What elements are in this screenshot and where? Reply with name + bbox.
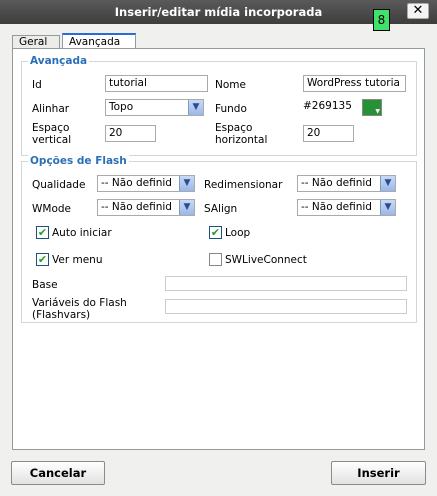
loop-checkbox[interactable]: ✔ (209, 226, 222, 239)
flash-legend: Opções de Flash (28, 155, 129, 167)
window-titlebar: Inserir/editar mídia incorporada ✕ (0, 0, 437, 24)
hspace-input[interactable]: 20 (303, 125, 354, 142)
chevron-down-icon: ▼ (179, 200, 194, 215)
wmode-label: WMode (32, 203, 71, 215)
salign-select[interactable]: -- Não definid ▼ (297, 199, 396, 216)
name-label: Nome (215, 79, 246, 91)
salign-select-value: -- Não definid (301, 201, 372, 213)
autoplay-checkbox[interactable]: ✔ (36, 226, 49, 239)
salign-label: SAlign (204, 203, 238, 215)
vspace-label-line2: vertical (32, 134, 72, 146)
vspace-input[interactable]: 20 (105, 125, 156, 142)
chevron-down-icon: ▼ (380, 176, 395, 191)
align-select-value: Topo (109, 101, 134, 113)
base-label: Base (32, 279, 58, 291)
background-label: Fundo (215, 103, 247, 115)
scale-select-value: -- Não definid (301, 177, 372, 189)
scale-label: Redimensionar (204, 179, 283, 191)
id-input[interactable]: tutorial (105, 75, 208, 92)
base-input[interactable] (165, 276, 407, 291)
menu-checkbox[interactable]: ✔ (36, 253, 49, 266)
quality-select[interactable]: -- Não definid ▼ (97, 175, 195, 192)
vspace-label-line1: Espaço (32, 122, 70, 134)
window-title: Inserir/editar mídia incorporada (114, 5, 323, 19)
advanced-fieldset: Avançada Id tutorial Nome WordPress tuto… (21, 55, 417, 156)
counter-badge: 8 (373, 9, 390, 31)
chevron-down-icon: ▼ (179, 176, 194, 191)
close-icon: ✕ (412, 3, 424, 18)
flashvars-input[interactable] (165, 299, 407, 314)
check-icon: ✔ (37, 226, 48, 239)
hspace-label-line1: Espaço (215, 122, 253, 134)
chevron-down-icon: ▼ (380, 200, 395, 215)
quality-label: Qualidade (32, 179, 86, 191)
loop-label: Loop (225, 227, 251, 239)
name-input[interactable]: WordPress tutoria (303, 75, 406, 92)
advanced-legend: Avançada (28, 55, 90, 67)
wmode-select[interactable]: -- Não definid ▼ (97, 199, 195, 216)
tab-panel: Avançada Id tutorial Nome WordPress tuto… (12, 48, 425, 450)
align-select[interactable]: Topo ▼ (105, 99, 204, 116)
quality-select-value: -- Não definid (101, 177, 172, 189)
wmode-select-value: -- Não definid (101, 201, 172, 213)
tab-geral[interactable]: Geral (12, 35, 60, 49)
flash-fieldset: Opções de Flash Qualidade -- Não definid… (21, 155, 417, 323)
autoplay-label: Auto iniciar (52, 227, 112, 239)
swliveconnect-checkbox[interactable] (209, 253, 222, 266)
menu-label: Ver menu (52, 254, 103, 266)
id-label: Id (32, 79, 42, 91)
chevron-down-icon: ▼ (375, 108, 380, 115)
tab-avancada[interactable]: Avançada (62, 33, 136, 49)
scale-select[interactable]: -- Não definid ▼ (297, 175, 396, 192)
color-picker-button[interactable]: ▼ (362, 99, 382, 116)
cancel-button[interactable]: Cancelar (11, 461, 105, 485)
close-button[interactable]: ✕ (407, 3, 429, 19)
swliveconnect-label: SWLiveConnect (225, 254, 307, 266)
background-input[interactable]: #269135 (303, 99, 358, 116)
check-icon: ✔ (210, 226, 221, 239)
hspace-label-line2: horizontal (215, 134, 268, 146)
chevron-down-icon: ▼ (188, 100, 203, 115)
flashvars-label-line1: Variáveis do Flash (32, 297, 127, 309)
flashvars-label-line2: (Flashvars) (32, 309, 91, 321)
check-icon: ✔ (37, 253, 48, 266)
insert-button[interactable]: Inserir (331, 461, 426, 485)
align-label: Alinhar (32, 103, 70, 115)
